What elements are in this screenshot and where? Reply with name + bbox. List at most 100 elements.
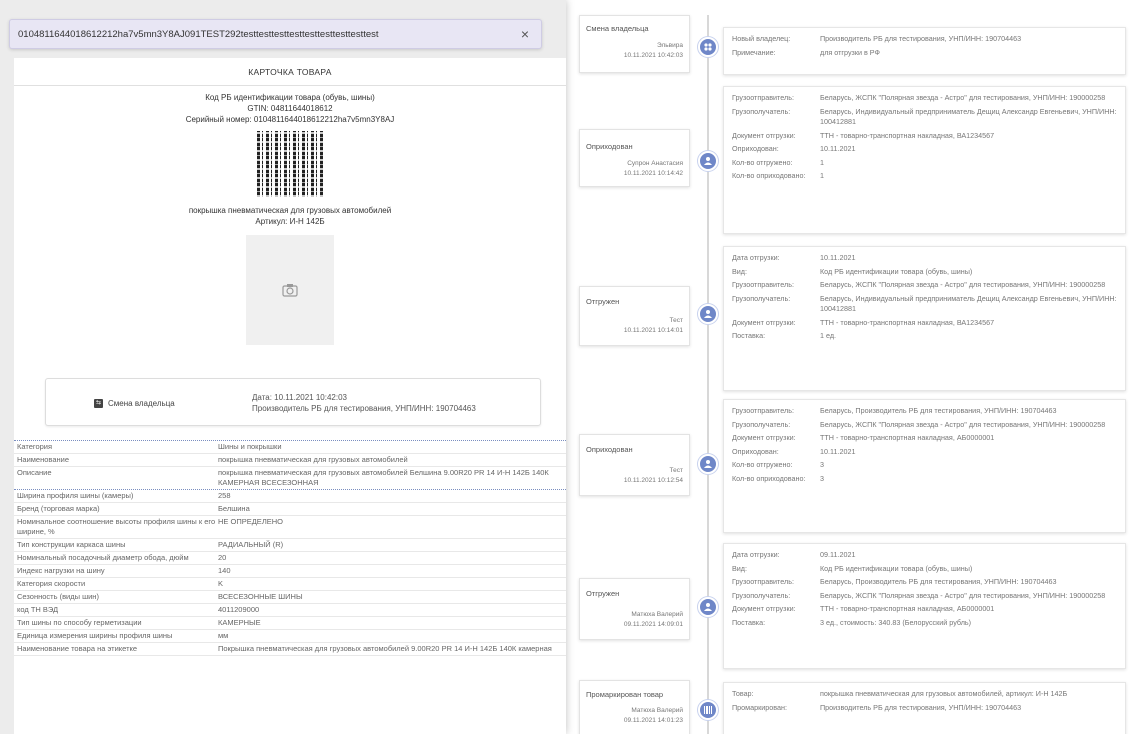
detail-row: Новый владелец: Производитель РБ для тест… (732, 34, 1117, 45)
detail-key: Грузополучатель: (732, 419, 791, 429)
detail-row: Грузополучатель: Беларусь, ЖСПК "Полярная… (732, 591, 1117, 602)
person-icon (698, 151, 718, 171)
detail-value: 1 (820, 171, 824, 180)
attribute-key: Тип шины по способу герметизации (17, 618, 142, 627)
serial-number: Серийный номер: 0104811644018612212ha7v5… (185, 115, 395, 124)
detail-key: Документ отгрузки: (732, 130, 796, 140)
product-name-block: покрышка пневматическая для грузовых авт… (14, 205, 566, 227)
detail-value: 10.11.2021 (820, 446, 856, 456)
event-user: Матюха Валерий (631, 707, 683, 714)
event-label-text: Смена владельца (108, 399, 175, 408)
attribute-value: Шины и покрышки (218, 442, 282, 451)
attribute-key: Категория (17, 442, 53, 451)
attribute-key: Единица измерения ширины профиля шины (17, 631, 173, 640)
code-type: Код РБ идентификации товара (обувь, шины… (205, 93, 375, 102)
detail-row: Примечание: для отгрузки в РФ (732, 48, 1117, 59)
camera-icon (282, 284, 298, 297)
detail-key: Оприходован: (732, 446, 779, 456)
event-date: Дата: 10.11.2021 10:42:03 (252, 393, 347, 402)
code-search-bar[interactable]: 0104811644018612212ha7v5mn3Y8AJ091TEST29… (9, 19, 542, 49)
detail-key: Вид: (732, 266, 747, 276)
detail-row: Оприходован: 10.11.2021 (732, 144, 1117, 155)
event-title: Отгружен (586, 297, 620, 306)
detail-key: Промаркирован: (732, 702, 787, 712)
attribute-row: код ТН ВЭД 4011209000 (14, 604, 566, 617)
attribute-key: Ширина профиля шины (камеры) (17, 491, 134, 500)
timeline-event-card[interactable]: Оприходован Тест 10.11.2021 10:12:54 (579, 434, 690, 496)
event-date: 10.11.2021 10:14:01 (623, 327, 683, 334)
detail-value: 3 (820, 460, 824, 469)
detail-value: Производитель РБ для тестирования, УНП/И… (820, 702, 1022, 712)
timeline-event-card[interactable]: Промаркирован товар Матюха Валерий 09.11… (579, 680, 690, 734)
detail-key: Документ отгрузки: (732, 604, 796, 613)
attribute-value: КАМЕРНЫЕ (218, 618, 261, 627)
person-icon (698, 597, 718, 617)
detail-key: Вид: (732, 563, 747, 573)
detail-key: Грузополучатель: (732, 590, 791, 600)
detail-row: Грузоотправитель: Беларусь, ЖСПК "Полярна… (732, 93, 1117, 104)
product-photo-placeholder[interactable] (246, 235, 334, 345)
event-user: Эльвира (657, 42, 683, 49)
detail-value: 3 ед., стоимость: 340.83 (Белорусский ру… (820, 617, 972, 627)
detail-value: 3 (820, 473, 824, 483)
event-details-card: Товар: покрышка пневматическая для грузов… (723, 682, 1126, 734)
attribute-value: Покрышка пневматическая для грузовых авт… (218, 644, 552, 653)
event-label: ⇆ Смена владельца (94, 399, 175, 408)
detail-value: ТТН - товарно-транспортная накладная, ВА… (820, 317, 995, 327)
attribute-row: Номинальный посадочный диаметр обода, дю… (14, 552, 566, 565)
event-date: 09.11.2021 14:09:01 (623, 621, 683, 628)
detail-key: Грузоотправитель: (732, 280, 794, 289)
detail-key: Грузоотправитель: (732, 406, 794, 415)
attribute-value: РАДИАЛЬНЫЙ (R) (218, 540, 284, 549)
person-icon (698, 304, 718, 324)
attribute-key: код ТН ВЭД (17, 605, 59, 614)
attribute-row: Категория скорости K (14, 578, 566, 591)
detail-value: Беларусь, ЖСПК "Полярная звезда - Астро"… (820, 280, 1106, 289)
detail-key: Поставка: (732, 331, 766, 340)
timeline-event-card[interactable]: Оприходован Супрон Анастасия 10.11.2021 … (579, 129, 690, 187)
detail-key: Грузоотправитель: (732, 93, 794, 102)
detail-value: Код РБ идентификации товара (обувь, шины… (820, 563, 973, 573)
attribute-value: Белшина (218, 504, 250, 513)
attribute-value: покрышка пневматическая для грузовых авт… (218, 468, 549, 487)
detail-row: Документ отгрузки: ТТН - товарно-транспор… (732, 318, 1117, 329)
detail-key: Товар: (732, 689, 754, 698)
attribute-key: Тип конструкции каркаса шины (17, 540, 126, 549)
detail-key: Грузополучатель: (732, 293, 791, 303)
event-details-card: Дата отгрузки: 09.11.2021 Вид: Код РБ иден… (723, 543, 1126, 669)
detail-value: 1 ед. (820, 331, 837, 340)
event-title: Оприходован (586, 445, 633, 454)
detail-value: Беларусь, ЖСПК "Полярная звезда - Астро"… (820, 590, 1106, 600)
detail-key: Новый владелец: (732, 34, 791, 43)
event-details-card: Грузоотправитель: Беларусь, ЖСПК "Полярна… (723, 86, 1126, 234)
detail-row: Дата отгрузки: 10.11.2021 (732, 253, 1117, 264)
detail-row: Грузоотправитель: Беларусь, Производитель… (732, 577, 1117, 588)
event-date: 10.11.2021 10:12:54 (623, 477, 683, 484)
attribute-value: K (218, 579, 224, 588)
detail-key: Дата отгрузки: (732, 550, 780, 559)
close-icon[interactable]: × (521, 26, 529, 42)
detail-row: Документ отгрузки: ТТН - товарно-транспор… (732, 131, 1117, 142)
attribute-value: 140 (218, 566, 231, 575)
detail-row: Дата отгрузки: 09.11.2021 (732, 550, 1117, 561)
event-date: 09.11.2021 14:01:23 (623, 717, 683, 724)
timeline-event-card[interactable]: Смена владельца Эльвира 10.11.2021 10:42… (579, 15, 690, 73)
event-date: 10.11.2021 10:14:42 (623, 170, 683, 177)
timeline-event-card[interactable]: Отгружен Матюха Валерий 09.11.2021 14:09… (579, 578, 690, 640)
ownership-icon: ⇆ (94, 399, 103, 408)
search-input[interactable]: 0104811644018612212ha7v5mn3Y8AJ091TEST29… (18, 29, 521, 40)
attribute-key: Номинальный посадочный диаметр обода, дю… (17, 553, 189, 562)
attribute-row: Категория Шины и покрышки (14, 440, 566, 454)
detail-value: Беларусь, ЖСПК "Полярная звезда - Астро"… (820, 419, 1106, 429)
detail-row: Грузополучатель: Беларусь, Индивидуальный… (732, 294, 1117, 315)
attribute-value: 4011209000 (218, 605, 260, 614)
detail-value: Беларусь, Индивидуальный предприниматель… (820, 293, 1117, 314)
detail-row: Оприходован: 10.11.2021 (732, 447, 1117, 458)
attribute-value: ВСЕСЕЗОННЫЕ ШИНЫ (218, 592, 303, 601)
person-icon (698, 454, 718, 474)
detail-key: Грузоотправитель: (732, 577, 794, 586)
last-event-box: ⇆ Смена владельца Дата: 10.11.2021 10:42… (45, 378, 541, 426)
detail-row: Грузополучатель: Беларусь, ЖСПК "Полярная… (732, 420, 1117, 431)
detail-row: Грузоотправитель: Беларусь, ЖСПК "Полярна… (732, 280, 1117, 291)
timeline-event-card[interactable]: Отгружен Тест 10.11.2021 10:14:01 (579, 286, 690, 346)
